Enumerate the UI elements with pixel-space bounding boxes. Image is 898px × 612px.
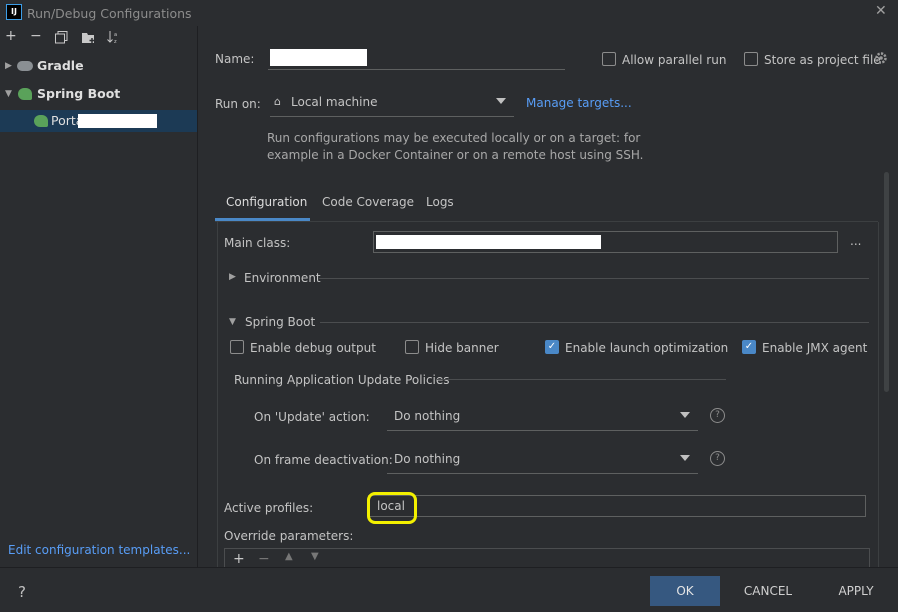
hide-banner-checkbox[interactable] xyxy=(405,340,419,354)
scrollbar[interactable] xyxy=(884,172,889,392)
chevron-down-icon xyxy=(496,98,506,104)
chevron-right-icon[interactable]: ▶ xyxy=(229,272,236,282)
copy-icon[interactable] xyxy=(55,31,68,48)
chevron-down-icon xyxy=(680,455,690,461)
highlight-annotation xyxy=(367,492,417,524)
on-update-label: On 'Update' action: xyxy=(254,410,370,424)
cancel-button[interactable]: CANCEL xyxy=(735,576,801,606)
name-redaction xyxy=(270,49,367,66)
gear-icon[interactable] xyxy=(874,51,888,68)
main-class-label: Main class: xyxy=(224,236,291,250)
override-parameters-table: + − ▲ ▼ xyxy=(224,548,870,568)
allow-parallel-label: Allow parallel run xyxy=(622,53,727,67)
svg-text:z: z xyxy=(114,39,117,44)
store-project-checkbox[interactable] xyxy=(744,52,758,66)
config-tree-panel xyxy=(0,26,198,567)
on-update-dropdown[interactable]: Do nothing xyxy=(387,402,698,431)
intellij-logo-icon: IJ xyxy=(6,4,22,20)
ok-button[interactable]: OK xyxy=(650,576,720,606)
browse-button[interactable]: ... xyxy=(850,234,861,248)
chevron-right-icon: ▶ xyxy=(5,61,12,71)
close-icon[interactable]: ✕ xyxy=(875,3,887,19)
active-tab-indicator xyxy=(215,218,310,221)
on-update-value: Do nothing xyxy=(394,409,461,423)
svg-text:a: a xyxy=(114,32,117,38)
tree-label-spring-boot: Spring Boot xyxy=(37,86,121,101)
enable-debug-label: Enable debug output xyxy=(250,341,376,355)
active-profiles-label: Active profiles: xyxy=(224,501,314,515)
policies-divider xyxy=(437,379,726,380)
enable-jmx-label: Enable JMX agent xyxy=(762,341,868,355)
enable-launch-label: Enable launch optimization xyxy=(565,341,729,355)
help-line-1: Run configurations may be executed local… xyxy=(267,131,641,145)
home-icon: ⌂ xyxy=(274,95,281,108)
manage-targets-link[interactable]: Manage targets... xyxy=(526,96,632,110)
run-on-value: Local machine xyxy=(291,95,378,109)
gradle-icon xyxy=(17,61,33,71)
name-input[interactable] xyxy=(268,69,565,70)
help-icon[interactable]: ? xyxy=(710,451,725,466)
tree-item-gradle[interactable]: ▶ Gradle xyxy=(0,55,197,77)
remove-icon[interactable]: − xyxy=(30,28,42,44)
sort-icon[interactable]: az xyxy=(107,30,121,48)
tab-logs[interactable]: Logs xyxy=(426,195,454,209)
help-icon[interactable]: ? xyxy=(710,408,725,423)
run-on-dropdown[interactable]: ⌂ Local machine xyxy=(270,88,514,117)
tree-label-gradle: Gradle xyxy=(37,58,84,73)
main-class-input[interactable] xyxy=(373,231,838,253)
spring-boot-icon xyxy=(34,115,48,127)
chevron-down-icon: ▼ xyxy=(5,89,12,99)
help-button[interactable]: ? xyxy=(18,583,26,601)
policies-title: Running Application Update Policies xyxy=(234,373,450,387)
run-on-label: Run on: xyxy=(215,97,261,111)
window-title: Run/Debug Configurations xyxy=(27,6,192,21)
chevron-down-icon[interactable]: ▼ xyxy=(229,317,236,327)
main-class-redaction xyxy=(376,235,601,249)
on-frame-dropdown[interactable]: Do nothing xyxy=(387,445,698,474)
edit-templates-link[interactable]: Edit configuration templates... xyxy=(8,543,190,557)
chevron-down-icon xyxy=(680,412,690,418)
on-frame-value: Do nothing xyxy=(394,452,461,466)
help-line-2: example in a Docker Container or on a re… xyxy=(267,148,644,162)
environment-section[interactable]: Environment xyxy=(244,271,321,285)
remove-icon[interactable]: − xyxy=(258,551,270,567)
spring-boot-icon xyxy=(18,88,32,100)
override-parameters-label: Override parameters: xyxy=(224,529,354,543)
move-down-icon[interactable]: ▼ xyxy=(311,551,319,562)
enable-jmx-checkbox[interactable]: ✓ xyxy=(742,340,756,354)
on-frame-label: On frame deactivation: xyxy=(254,453,393,467)
folder-add-icon[interactable] xyxy=(81,31,96,48)
redaction xyxy=(78,114,157,128)
tab-code-coverage[interactable]: Code Coverage xyxy=(322,195,414,209)
apply-button[interactable]: APPLY xyxy=(828,576,884,606)
move-up-icon[interactable]: ▲ xyxy=(285,551,293,562)
enable-debug-checkbox[interactable] xyxy=(230,340,244,354)
allow-parallel-checkbox[interactable] xyxy=(602,52,616,66)
spring-boot-section[interactable]: Spring Boot xyxy=(245,315,315,329)
tree-item-portal[interactable]: Porta xyxy=(0,110,197,132)
enable-launch-checkbox[interactable]: ✓ xyxy=(545,340,559,354)
tab-configuration[interactable]: Configuration xyxy=(226,195,307,209)
add-icon[interactable]: + xyxy=(233,551,245,567)
store-project-label: Store as project file xyxy=(764,53,881,67)
hide-banner-label: Hide banner xyxy=(425,341,499,355)
active-profiles-input[interactable]: local xyxy=(368,495,866,517)
environment-divider xyxy=(319,278,869,279)
tree-item-spring-boot[interactable]: ▼ Spring Boot xyxy=(0,83,197,105)
run-on-help: Run configurations may be executed local… xyxy=(267,130,644,164)
add-icon[interactable]: + xyxy=(5,28,17,44)
name-label: Name: xyxy=(215,52,255,66)
spring-boot-divider xyxy=(320,322,869,323)
